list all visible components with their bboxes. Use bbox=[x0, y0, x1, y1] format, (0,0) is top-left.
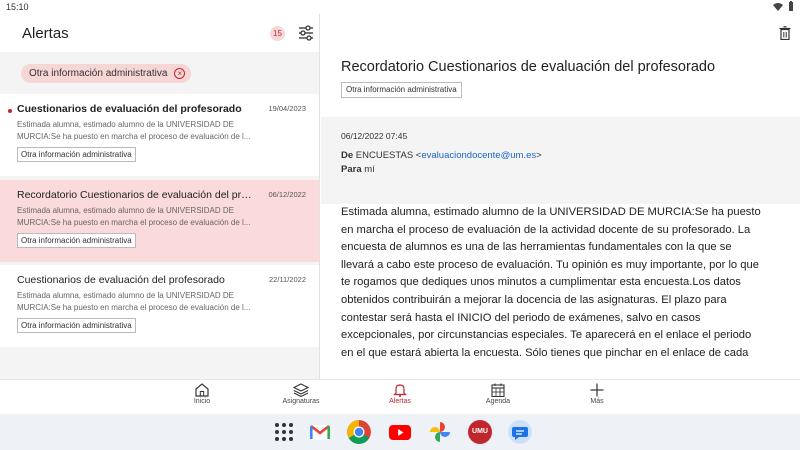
wifi-icon bbox=[773, 3, 784, 11]
category-tag: Otra información administrativa bbox=[17, 318, 136, 333]
message-subject: Cuestionarios de evaluación del profesor… bbox=[17, 103, 242, 115]
nav-alertas[interactable]: Alertas bbox=[370, 383, 430, 413]
filter-chip-bar: Otra información administrativa × bbox=[0, 52, 319, 94]
message-meta: 06/12/2022 07:45 De ENCUESTAS <evaluacio… bbox=[321, 117, 800, 204]
category-tag: Otra información administrativa bbox=[341, 82, 462, 98]
message-date: 19/04/2023 bbox=[268, 104, 306, 113]
list-item[interactable]: Cuestionarios de evaluación del profesor… bbox=[0, 265, 319, 347]
nav-label: Asignaturas bbox=[282, 398, 320, 405]
message-preview: Estimada alumna, estimado alumno de la U… bbox=[17, 206, 251, 227]
recipient-line: Para mí bbox=[341, 164, 375, 175]
category-tag: Otra información administrativa bbox=[17, 147, 136, 162]
nav-mas[interactable]: Más bbox=[567, 383, 627, 413]
umu-app-icon[interactable]: UMU bbox=[468, 420, 492, 444]
plus-icon bbox=[590, 383, 604, 397]
message-preview: Estimada alumna, estimado alumno de la U… bbox=[17, 120, 251, 141]
page-title: Alertas bbox=[22, 25, 69, 42]
gmail-icon[interactable] bbox=[308, 420, 332, 444]
message-subject: Recordatorio Cuestionarios de evaluación… bbox=[17, 189, 252, 201]
filter-chip[interactable]: Otra información administrativa × bbox=[21, 64, 192, 83]
sender-line: De ENCUESTAS <evaluaciondocente@um.es> bbox=[341, 150, 542, 161]
chrome-icon[interactable] bbox=[347, 420, 371, 444]
nav-agenda[interactable]: Agenda bbox=[468, 383, 528, 413]
status-time: 15:10 bbox=[6, 2, 29, 12]
battery-icon bbox=[789, 1, 793, 11]
filter-chip-label: Otra información administrativa bbox=[29, 68, 168, 79]
to-label: Para bbox=[341, 164, 362, 175]
nav-label: Más bbox=[590, 398, 604, 405]
message-title: Recordatorio Cuestionarios de evaluación… bbox=[341, 59, 716, 75]
recipient-value: mí bbox=[364, 164, 375, 175]
message-body: Estimada alumna, estimado alumno de la U… bbox=[341, 206, 761, 359]
from-label: De bbox=[341, 150, 354, 161]
unread-dot bbox=[8, 109, 12, 113]
status-bar: 15:10 bbox=[0, 0, 800, 14]
sender-email-link[interactable]: evaluaciondocente@um.es bbox=[421, 150, 536, 161]
message-subject: Cuestionarios de evaluación del profesor… bbox=[17, 274, 225, 286]
message-date: 06/12/2022 bbox=[268, 190, 306, 199]
category-tag: Otra información administrativa bbox=[17, 233, 136, 248]
message-preview: Estimada alumna, estimado alumno de la U… bbox=[17, 291, 251, 312]
youtube-icon[interactable] bbox=[388, 420, 412, 444]
umu-app-label: UMU bbox=[472, 428, 488, 435]
trash-icon[interactable] bbox=[779, 26, 791, 40]
filter-icon[interactable] bbox=[297, 25, 315, 41]
bottom-navigation: Inicio Asignaturas Alertas Agenda Más bbox=[0, 379, 800, 414]
nav-inicio[interactable]: Inicio bbox=[172, 383, 232, 413]
list-item[interactable]: Recordatorio Cuestionarios de evaluación… bbox=[0, 180, 319, 262]
status-icons bbox=[773, 1, 794, 13]
photos-icon[interactable] bbox=[428, 420, 452, 444]
bell-icon bbox=[393, 384, 407, 397]
unread-count-badge: 15 bbox=[270, 26, 285, 41]
home-icon bbox=[195, 383, 209, 397]
sender-email-close: > bbox=[536, 150, 542, 161]
messages-icon[interactable] bbox=[508, 420, 532, 444]
app-drawer-icon[interactable] bbox=[272, 420, 296, 444]
nav-label: Inicio bbox=[193, 398, 211, 405]
calendar-icon bbox=[491, 383, 505, 397]
layers-icon bbox=[293, 383, 309, 397]
nav-asignaturas[interactable]: Asignaturas bbox=[271, 383, 331, 413]
list-header: Alertas 15 bbox=[0, 14, 319, 52]
message-detail-pane: Recordatorio Cuestionarios de evaluación… bbox=[321, 14, 800, 379]
nav-label: Agenda bbox=[485, 398, 511, 405]
sender-name: ENCUESTAS < bbox=[355, 150, 422, 161]
alerts-list-pane: Alertas 15 Otra información administrati… bbox=[0, 14, 320, 379]
nav-label: Alertas bbox=[389, 398, 411, 405]
close-icon[interactable]: × bbox=[174, 68, 186, 79]
list-item[interactable]: Cuestionarios de evaluación del profesor… bbox=[0, 94, 319, 176]
message-datetime: 06/12/2022 07:45 bbox=[341, 131, 408, 141]
message-date: 22/11/2022 bbox=[269, 275, 306, 284]
system-dock: UMU bbox=[0, 414, 800, 450]
